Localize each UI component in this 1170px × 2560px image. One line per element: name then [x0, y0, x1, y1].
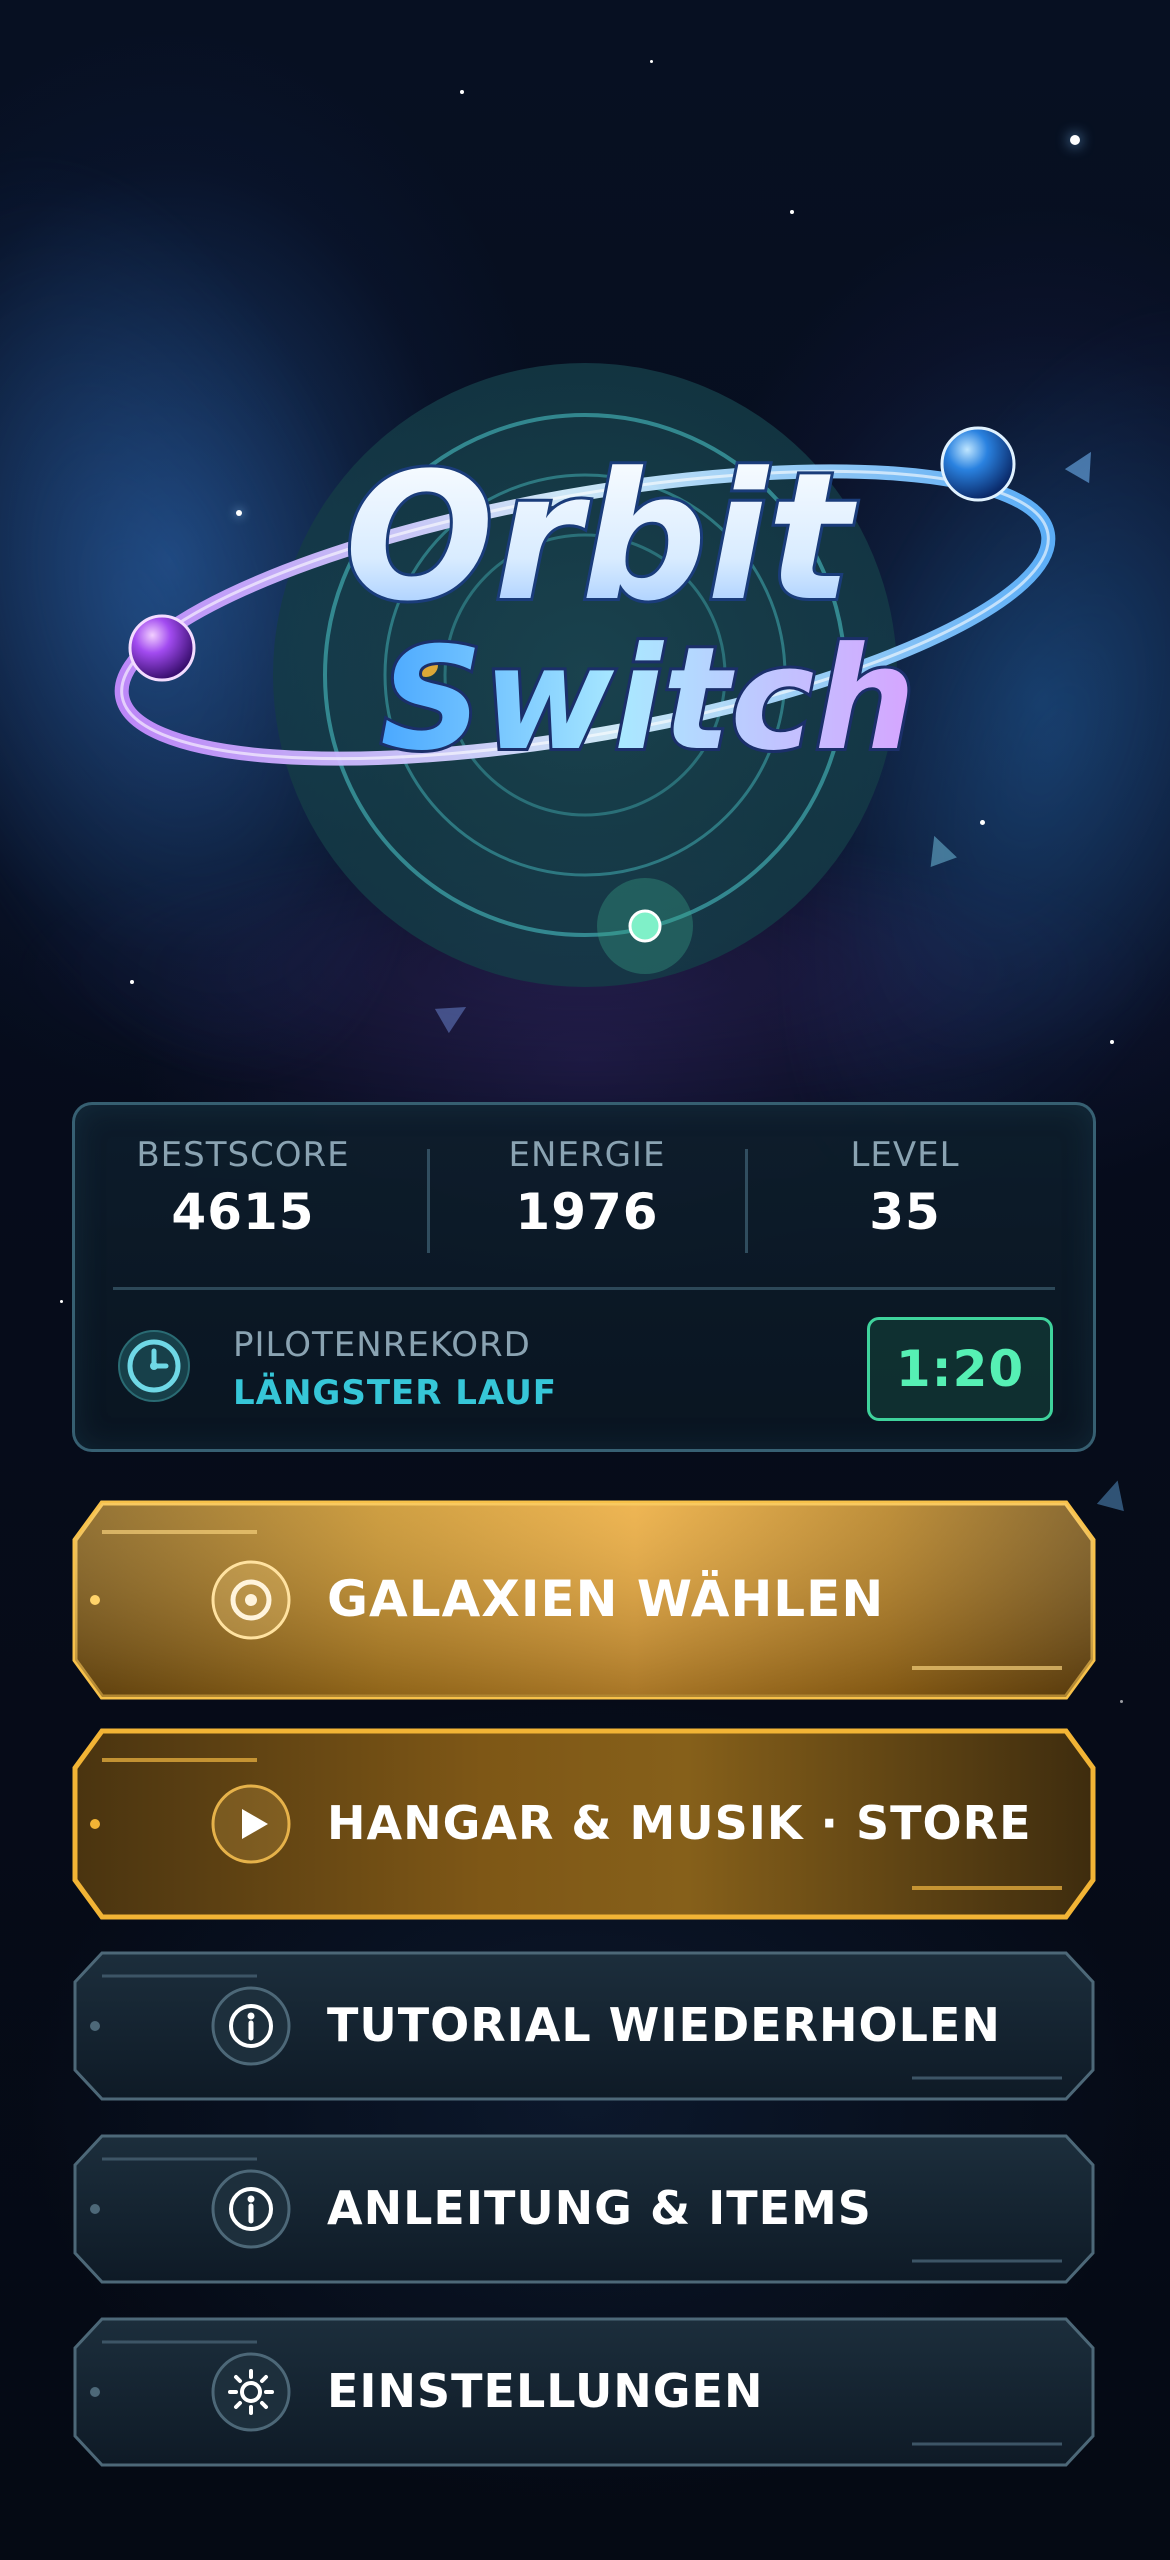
- tutorial-button[interactable]: TUTORIAL WIEDERHOLEN: [72, 1950, 1096, 2102]
- stat-label: LEVEL: [850, 1135, 960, 1175]
- logo-graphic: Orbit Switch: [114, 363, 1056, 987]
- stat-energie: ENERGIE 1976: [437, 1135, 737, 1241]
- crystal-shard: [1096, 1476, 1132, 1512]
- anleitung-items-button[interactable]: ANLEITUNG & ITEMS: [72, 2133, 1096, 2285]
- record-time-badge: 1:20: [867, 1317, 1053, 1421]
- button-label: GALAXIEN WÄHLEN: [327, 1570, 885, 1628]
- button-label: ANLEITUNG & ITEMS: [327, 2181, 872, 2235]
- stat-divider: [427, 1149, 430, 1253]
- galaxien-waehlen-button[interactable]: GALAXIEN WÄHLEN: [72, 1500, 1096, 1700]
- stat-bestscore: BESTSCORE 4615: [93, 1135, 393, 1241]
- stat-level: LEVEL 35: [755, 1135, 1055, 1241]
- play-icon: [211, 1784, 291, 1864]
- stat-value: 4615: [171, 1183, 315, 1241]
- gear-icon: [211, 2352, 291, 2432]
- stat-label: BESTSCORE: [136, 1135, 350, 1175]
- target-icon: [211, 1560, 291, 1640]
- logo-text-switch: Switch: [380, 617, 915, 782]
- star: [650, 60, 653, 63]
- record-label: PILOTENREKORD: [233, 1325, 531, 1365]
- game-logo: Orbit Switch: [0, 330, 1170, 1050]
- button-label: HANGAR & MUSIK · STORE: [327, 1796, 1032, 1850]
- button-dot: [90, 1595, 100, 1605]
- stats-divider: [113, 1287, 1055, 1290]
- einstellungen-button[interactable]: EINSTELLUNGEN: [72, 2316, 1096, 2468]
- star: [460, 90, 464, 94]
- hangar-store-button[interactable]: HANGAR & MUSIK · STORE: [72, 1728, 1096, 1920]
- star: [1120, 1700, 1123, 1703]
- info-icon: [211, 1986, 291, 2066]
- blue-orb: [940, 426, 1016, 502]
- star: [60, 1300, 63, 1303]
- button-label: TUTORIAL WIEDERHOLEN: [327, 1998, 1001, 2052]
- stat-value: 35: [869, 1183, 941, 1241]
- star: [790, 210, 794, 214]
- button-dot: [90, 2387, 100, 2397]
- player-dot: [628, 909, 662, 943]
- info-icon: [211, 2169, 291, 2249]
- stat-label: ENERGIE: [508, 1135, 666, 1175]
- logo-text-orbit: Orbit: [345, 435, 858, 640]
- stat-value: 1976: [515, 1183, 659, 1241]
- stat-divider: [745, 1149, 748, 1253]
- button-dot: [90, 2204, 100, 2214]
- stats-panel: BESTSCORE 4615 ENERGIE 1976 LEVEL 35 PIL…: [72, 1102, 1096, 1452]
- clock-icon: [118, 1330, 190, 1402]
- main-menu-screen: Orbit Switch BESTSCORE 4615 ENERGIE 1976…: [0, 0, 1170, 2560]
- button-dot: [90, 2021, 100, 2031]
- record-sublabel: LÄNGSTER LAUF: [233, 1373, 558, 1413]
- star: [1070, 135, 1080, 145]
- button-dot: [90, 1819, 100, 1829]
- purple-orb: [128, 614, 196, 682]
- button-label: EINSTELLUNGEN: [327, 2364, 764, 2418]
